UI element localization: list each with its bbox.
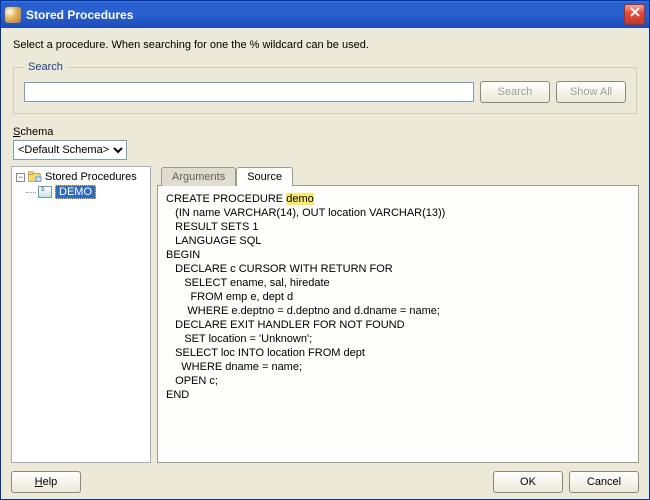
tree-item[interactable]: DEMO bbox=[26, 185, 146, 199]
main-area: − Stored Procedures DEMO Arguments bbox=[11, 166, 639, 463]
tree-branch-line bbox=[26, 192, 36, 193]
schema-label: SSchemachema bbox=[13, 126, 637, 138]
dialog-window: Stored Procedures Select a procedure. Wh… bbox=[0, 0, 650, 500]
app-icon bbox=[5, 7, 21, 23]
dialog-content: Select a procedure. When searching for o… bbox=[1, 28, 649, 499]
window-title: Stored Procedures bbox=[26, 8, 624, 22]
search-fieldset: Search Search Show All bbox=[13, 61, 637, 114]
tree-root[interactable]: − Stored Procedures bbox=[16, 171, 146, 183]
search-input[interactable] bbox=[24, 82, 474, 102]
tree-item-label: DEMO bbox=[55, 185, 96, 199]
tab-strip: Arguments Source bbox=[157, 166, 639, 185]
tree-root-label: Stored Procedures bbox=[45, 171, 137, 183]
intro-text: Select a procedure. When searching for o… bbox=[13, 39, 637, 51]
folder-icon bbox=[28, 171, 42, 183]
tree-panel[interactable]: − Stored Procedures DEMO bbox=[11, 166, 151, 463]
tab-arguments-label: Arguments bbox=[172, 171, 225, 183]
highlighted-token: demo bbox=[286, 193, 314, 205]
cancel-button-label: Cancel bbox=[587, 476, 621, 488]
footer-spacer bbox=[87, 471, 487, 493]
tree-toggle-icon[interactable]: − bbox=[16, 173, 25, 182]
sql-proc-icon bbox=[38, 186, 52, 198]
schema-select[interactable]: <Default Schema> bbox=[13, 140, 127, 160]
titlebar[interactable]: Stored Procedures bbox=[1, 1, 649, 28]
search-row: Search Show All bbox=[24, 81, 626, 103]
tab-arguments[interactable]: Arguments bbox=[161, 167, 236, 186]
search-legend: Search bbox=[24, 61, 67, 73]
ok-button-label: OK bbox=[520, 476, 536, 488]
ok-button[interactable]: OK bbox=[493, 471, 563, 493]
show-all-button-label: Show All bbox=[570, 86, 612, 98]
close-button[interactable] bbox=[624, 4, 645, 25]
search-button-label: Search bbox=[498, 86, 533, 98]
search-button[interactable]: Search bbox=[480, 81, 550, 103]
close-icon bbox=[630, 7, 640, 17]
tab-source[interactable]: Source bbox=[236, 167, 293, 186]
source-viewer[interactable]: CREATE PROCEDURE demo (IN name VARCHAR(1… bbox=[157, 185, 639, 463]
tab-source-label: Source bbox=[247, 171, 282, 183]
right-panel: Arguments Source CREATE PROCEDURE demo (… bbox=[157, 166, 639, 463]
cancel-button[interactable]: Cancel bbox=[569, 471, 639, 493]
show-all-button[interactable]: Show All bbox=[556, 81, 626, 103]
schema-row: <Default Schema> bbox=[11, 140, 639, 160]
help-button[interactable]: HelpHelp bbox=[11, 471, 81, 493]
footer: HelpHelp OK Cancel bbox=[11, 463, 639, 493]
